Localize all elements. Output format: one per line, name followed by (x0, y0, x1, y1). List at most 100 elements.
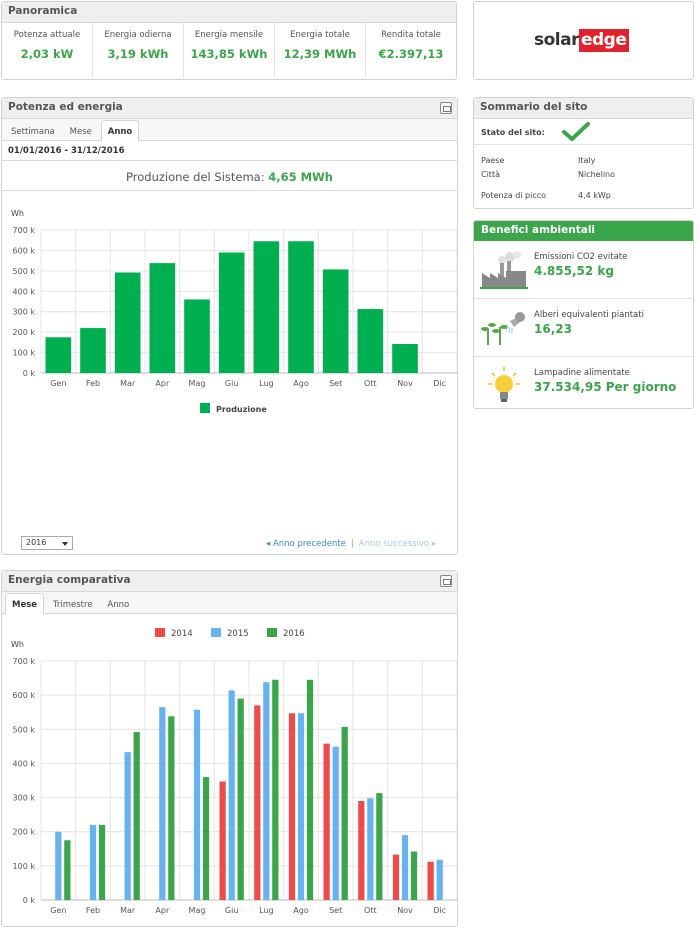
city-value: Nichelino (578, 170, 616, 179)
x-tick-label: Feb (86, 906, 100, 915)
y-tick-label: 0 k (23, 369, 36, 378)
env-label: Emissioni CO2 evitate (534, 252, 628, 262)
x-tick-label: Mag (189, 379, 206, 388)
power-energy-tabs: Settimana Mese Anno (2, 119, 457, 142)
env-row-bulbs: Lampadine alimentate 37.534,95 Per giorn… (474, 357, 693, 408)
site-status-row: Stato del sito: (474, 120, 693, 145)
x-tick-label: Mar (120, 379, 136, 388)
overview-panel: Panoramica Potenza attuale 2,03 kW Energ… (1, 1, 457, 80)
next-year-label: Anno successivo (358, 539, 430, 549)
logo-text-edge: edge (578, 29, 630, 52)
power-energy-title-text: Potenza ed energia (8, 101, 123, 113)
year-select[interactable]: 2016 (21, 536, 73, 550)
environment-panel: Benefici ambientali Emissioni CO2 evitat… (473, 220, 694, 409)
print-icon[interactable] (440, 102, 452, 114)
bar-2015-Apr (159, 707, 166, 900)
y-tick-label: 300 k (13, 308, 36, 317)
y-tick-label: 400 k (13, 287, 36, 296)
bar-2016-Gen (64, 840, 71, 900)
bar-2015-Set (332, 746, 339, 900)
x-tick-label: Giu (225, 906, 239, 915)
legend-swatch-production (200, 403, 210, 413)
bar-2014-Nov (392, 854, 400, 900)
legend-swatch-2015 (211, 628, 221, 637)
print-icon[interactable] (440, 575, 452, 587)
overview-label: Potenza attuale (13, 30, 81, 40)
overview-cell-daily-energy: Energia odierna 3,19 kWh (93, 23, 184, 78)
legend-label-production: Produzione (216, 405, 267, 414)
bar-Produzione-Gen (45, 337, 72, 373)
production-value: 4,65 MWh (268, 170, 333, 184)
overview-value: 2,03 kW (20, 47, 74, 61)
overview-label: Energia mensile (194, 30, 264, 40)
comparative-tabs: Mese Trimestre Anno (2, 592, 457, 615)
y-tick-label: 300 k (13, 794, 36, 803)
y-tick-label: 200 k (13, 828, 36, 837)
x-tick-label: Set (329, 906, 342, 915)
production-chart: Wh 0 k 100 k 200 k 300 k 400 k 500 k 600 k 700 k… (11, 209, 457, 414)
site-summary-title: Sommario del sito (474, 98, 693, 119)
x-tick-label: Ott (364, 906, 377, 915)
legend-label-2014: 2014 (171, 629, 193, 639)
x-tick-label: Giu (225, 379, 239, 388)
overview-title: Panoramica (2, 2, 456, 23)
previous-year-link[interactable]: ◂ Anno precedente (266, 539, 346, 549)
y-tick-label: 500 k (13, 267, 36, 276)
env-value: 16,23 (534, 322, 572, 336)
bar-2015-Nov (401, 835, 409, 900)
country-label: Paese (481, 156, 505, 165)
bar-Produzione-Mag (184, 299, 210, 373)
y-tick-label: 700 k (13, 226, 36, 235)
bar-2014-Ago (288, 713, 296, 900)
x-tick-label: Nov (397, 906, 413, 915)
site-status-label: Stato del sito: (481, 128, 545, 137)
next-year-link[interactable]: Anno successivo ▸ (359, 539, 436, 549)
bar-2016-Set (341, 726, 348, 900)
bar-2014-Ott (358, 800, 365, 900)
y-tick-label: 600 k (13, 691, 36, 700)
tab-month[interactable]: Mese (64, 121, 98, 142)
legend-label-2016: 2016 (283, 629, 305, 639)
previous-year-label: Anno precedente (272, 539, 346, 549)
bar-Produzione-Feb (80, 328, 106, 373)
logo-text-solar: solar (534, 30, 579, 50)
comparative-title-text: Energia comparativa (8, 574, 131, 586)
overview-cell-monthly-energy: Energia mensile 143,85 kWh (184, 23, 275, 78)
production-label: Produzione del Sistema: (126, 170, 265, 184)
bar-2015-Ago (297, 713, 305, 900)
bar-2014-Giu (219, 781, 226, 900)
bar-Produzione-Nov (392, 343, 418, 373)
tab-year[interactable]: Anno (101, 594, 135, 615)
y-tick-label: 700 k (13, 657, 36, 666)
comparative-chart: Wh 0 k 100 k 200 k 300 k 400 k 500 k 600 k 700 k… (11, 628, 457, 915)
overview-label: Energia odierna (104, 30, 172, 40)
tab-month[interactable]: Mese (5, 593, 45, 615)
tab-year[interactable]: Anno (100, 120, 140, 142)
bar-2015-Gen (55, 831, 62, 900)
overview-label: Energia totale (290, 30, 350, 40)
y-tick-label: 400 k (13, 759, 36, 768)
y-tick-label: 0 k (23, 896, 36, 905)
chevron-down-icon (62, 542, 68, 546)
y-tick-label: 500 k (13, 725, 36, 734)
overview-cell-total-energy: Energia totale 12,39 MWh (275, 23, 366, 78)
factory-icon (480, 251, 528, 289)
tab-week[interactable]: Settimana (5, 121, 61, 142)
bar-2016-Feb (98, 824, 106, 900)
peak-power-label: Potenza di picco (481, 191, 547, 200)
bar-2015-Giu (228, 690, 235, 900)
y-axis-label: Wh (11, 640, 24, 649)
x-tick-label: Feb (86, 379, 100, 388)
tab-quarter[interactable]: Trimestre (47, 594, 99, 615)
legend-label-2015: 2015 (227, 629, 249, 639)
bar-2015-Ott (367, 798, 374, 900)
bar-2016-Mar (133, 732, 140, 900)
bar-2016-Nov (410, 851, 418, 900)
y-axis-label: Wh (11, 209, 24, 218)
x-tick-label: Dic (433, 906, 446, 915)
x-tick-label: Ago (293, 379, 309, 388)
bar-2015-Dic (436, 859, 443, 900)
bar-Produzione-Apr (149, 263, 176, 373)
x-tick-label: Ott (364, 379, 377, 388)
country-value: Italy (578, 156, 596, 165)
